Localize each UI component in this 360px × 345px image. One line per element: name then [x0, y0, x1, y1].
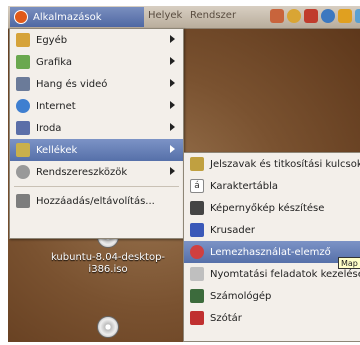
arrow-right-icon	[170, 35, 175, 43]
keys-icon	[190, 157, 204, 171]
menu-item-label: Egyéb	[36, 34, 68, 46]
arrow-right-icon	[170, 79, 175, 87]
system-tools-icon	[16, 165, 30, 179]
menu-item-disk-usage[interactable]: Lemezhasználat-elemző	[184, 241, 360, 263]
menu-item-label: Rendszereszközök	[36, 166, 128, 178]
menu-item-label: Hozzáadás/eltávolítás...	[36, 195, 155, 207]
menu-item-label: Jelszavak és titkosítási kulcsok	[210, 158, 360, 170]
menu-item-passwords-keys[interactable]: Jelszavak és titkosítási kulcsok	[184, 153, 360, 175]
charmap-icon: á	[190, 179, 204, 193]
accessories-submenu: Jelszavak és titkosítási kulcsok á Karak…	[183, 152, 360, 342]
dictionary-icon	[190, 311, 204, 325]
menu-item-sound-video[interactable]: Hang és videó	[10, 73, 183, 95]
misc-icon	[16, 33, 30, 47]
top-panel: Alkalmazások Helyek Rendszer	[8, 6, 360, 29]
applications-menu-label: Alkalmazások	[33, 11, 102, 23]
update-icon[interactable]	[355, 9, 360, 23]
add-remove-icon	[16, 194, 30, 208]
menu-item-calculator[interactable]: Számológép	[184, 285, 360, 307]
menu-item-krusader[interactable]: Krusader	[184, 219, 360, 241]
accessories-icon	[16, 143, 30, 157]
menu-item-internet[interactable]: Internet	[10, 95, 183, 117]
menu-item-label: Számológép	[210, 290, 272, 302]
menu-item-label: Internet	[36, 100, 76, 112]
applications-menu[interactable]: Alkalmazások	[10, 7, 144, 27]
menu-item-screenshot[interactable]: Képernyőkép készítése	[184, 197, 360, 219]
arrow-right-icon	[170, 123, 175, 131]
menu-item-label: Krusader	[210, 224, 255, 236]
panel-launchers	[270, 9, 360, 23]
firefox-icon[interactable]	[287, 9, 301, 23]
screenshot-icon	[190, 201, 204, 215]
disk-usage-icon	[190, 245, 204, 259]
menu-item-system-tools[interactable]: Rendszereszközök	[10, 161, 183, 183]
print-jobs-icon	[190, 267, 204, 281]
disc-icon	[97, 316, 119, 338]
menu-item-label: Kellékek	[36, 144, 78, 156]
applications-dropdown: Egyéb Grafika Hang és videó Internet Iro…	[9, 28, 184, 239]
menu-separator	[14, 186, 179, 187]
menu-item-label: Szótár	[210, 312, 242, 324]
menu-item-office[interactable]: Iroda	[10, 117, 183, 139]
system-menu[interactable]: Rendszer	[190, 10, 236, 21]
menu-item-label: Nyomtatási feladatok kezelése	[210, 268, 360, 280]
menu-item-charmap[interactable]: á Karaktertábla	[184, 175, 360, 197]
menu-item-label: Képernyőkép készítése	[210, 202, 325, 214]
menu-item-label: Grafika	[36, 56, 73, 68]
network-icon[interactable]	[338, 9, 352, 23]
arrow-right-icon	[170, 101, 175, 109]
internet-icon	[16, 99, 30, 113]
menu-item-misc[interactable]: Egyéb	[10, 29, 183, 51]
menu-item-accessories[interactable]: Kellékek	[10, 139, 183, 161]
desktop-iso-label: kubuntu-8.04-desktop-i386.iso	[50, 252, 166, 275]
places-menu[interactable]: Helyek	[148, 10, 182, 21]
mail-icon[interactable]	[304, 9, 318, 23]
office-icon	[16, 121, 30, 135]
graphics-icon	[16, 55, 30, 69]
arrow-right-icon	[170, 57, 175, 65]
menu-item-label: Karaktertábla	[210, 180, 279, 192]
calculator-icon	[190, 289, 204, 303]
menu-item-label: Hang és videó	[36, 78, 108, 90]
menu-item-print-jobs[interactable]: Nyomtatási feladatok kezelése	[184, 263, 360, 285]
sound-video-icon	[16, 77, 30, 91]
launcher-icon[interactable]	[270, 9, 284, 23]
menu-item-label: Lemezhasználat-elemző	[210, 246, 331, 258]
ubuntu-logo-icon	[14, 10, 28, 24]
help-icon[interactable]	[321, 9, 335, 23]
arrow-right-icon	[170, 167, 175, 175]
tooltip: Map	[338, 257, 360, 269]
desktop-disc[interactable]	[48, 316, 168, 342]
arrow-right-icon	[170, 145, 175, 153]
menu-item-dictionary[interactable]: Szótár	[184, 307, 360, 329]
krusader-icon	[190, 223, 204, 237]
menu-item-add-remove[interactable]: Hozzáadás/eltávolítás...	[10, 190, 183, 212]
menu-item-label: Iroda	[36, 122, 62, 134]
menu-item-graphics[interactable]: Grafika	[10, 51, 183, 73]
desktop: Alkalmazások Helyek Rendszer kubuntu-8.0…	[8, 6, 360, 342]
